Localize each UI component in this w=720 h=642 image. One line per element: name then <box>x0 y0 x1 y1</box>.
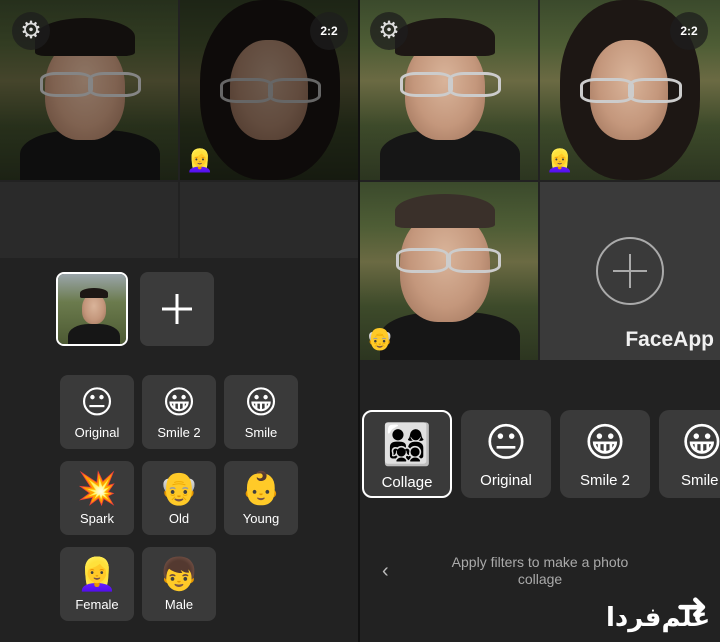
filter-female[interactable]: 👱‍♀️ Female <box>60 547 134 621</box>
female-badge-icon: 👱‍♀️ <box>546 148 574 173</box>
settings-button[interactable]: ⚙ <box>370 12 408 50</box>
right-screen: 👱‍♀️ 👴 FaceApp ⚙ 2:2 <box>360 0 720 642</box>
filter-label: Smile <box>681 472 719 489</box>
filter-label: Old <box>168 511 190 526</box>
collage-hint: Apply filters to make a photo collage <box>451 554 629 587</box>
gear-icon: ⚙ <box>378 17 400 44</box>
grinning-face-icon: 😀 <box>681 421 720 465</box>
add-collage-cell[interactable]: FaceApp <box>540 182 720 360</box>
logo-text: علم‌فردا <box>606 602 711 632</box>
grinning-face-icon: 😀 <box>162 384 196 420</box>
grinning-face-icon: 😀 <box>244 384 278 420</box>
gear-icon: ⚙ <box>20 17 42 44</box>
filter-label: Female <box>75 597 119 612</box>
filter-label: Original <box>480 472 532 489</box>
empty-cell <box>0 182 178 262</box>
baby-icon: 👶 <box>241 470 281 506</box>
filter-smile[interactable]: 😀 Smile <box>224 375 298 449</box>
woman-icon: 👱‍♀️ <box>77 556 117 592</box>
old-man-icon: 👴 <box>159 470 199 506</box>
settings-button[interactable]: ⚙ <box>12 12 50 50</box>
filter-male[interactable]: 👦 Male <box>142 547 216 621</box>
empty-cell <box>180 182 358 262</box>
filter-collage[interactable]: 👨‍👩‍👧‍👦 Collage <box>362 410 452 498</box>
neutral-face-icon: 😐 <box>485 421 527 465</box>
layout-label: 2:2 <box>680 24 698 38</box>
left-screen: 👱‍♀️ ⚙ 2:2 😐 Original 😀 Smile 2 😀 Smile … <box>0 0 358 642</box>
site-logo: ➜ علم‌فردا <box>600 584 712 638</box>
layout-button[interactable]: 2:2 <box>670 12 708 50</box>
boy-icon: 👦 <box>159 556 199 592</box>
filter-original[interactable]: 😐 Original <box>60 375 134 449</box>
add-photo-button[interactable] <box>140 272 214 346</box>
filter-label: Smile <box>244 425 278 440</box>
filter-label: Smile 2 <box>579 472 631 489</box>
filter-label: Original <box>74 425 120 440</box>
back-chevron-icon[interactable]: ‹ <box>382 560 389 583</box>
collision-icon: 💥 <box>77 470 117 506</box>
grinning-face-icon: 😀 <box>584 421 626 465</box>
filter-smile[interactable]: 😀 Smile <box>659 410 720 498</box>
plus-circle-icon <box>596 237 664 305</box>
filter-label: Smile 2 <box>157 425 201 440</box>
filter-smile-2[interactable]: 😀 Smile 2 <box>560 410 650 498</box>
filter-label: Young <box>242 511 280 526</box>
filter-old[interactable]: 👴 Old <box>142 461 216 535</box>
filter-original[interactable]: 😐 Original <box>461 410 551 498</box>
layout-label: 2:2 <box>320 24 338 38</box>
filter-smile-2[interactable]: 😀 Smile 2 <box>142 375 216 449</box>
female-badge-icon: 👱‍♀️ <box>186 148 214 173</box>
selected-photo-thumb[interactable] <box>56 272 128 346</box>
photo-old-man[interactable]: 👴 <box>360 182 538 360</box>
faceapp-watermark: FaceApp <box>625 328 714 351</box>
filter-label: Collage <box>381 474 433 491</box>
layout-button[interactable]: 2:2 <box>310 12 348 50</box>
family-icon: 👨‍👩‍👧‍👦 <box>382 423 432 467</box>
filter-label: Spark <box>80 511 114 526</box>
neutral-face-icon: 😐 <box>80 384 114 420</box>
old-man-badge-icon: 👴 <box>366 326 394 351</box>
filter-young[interactable]: 👶 Young <box>224 461 298 535</box>
filter-label: Male <box>164 597 194 612</box>
filter-spark[interactable]: 💥 Spark <box>60 461 134 535</box>
